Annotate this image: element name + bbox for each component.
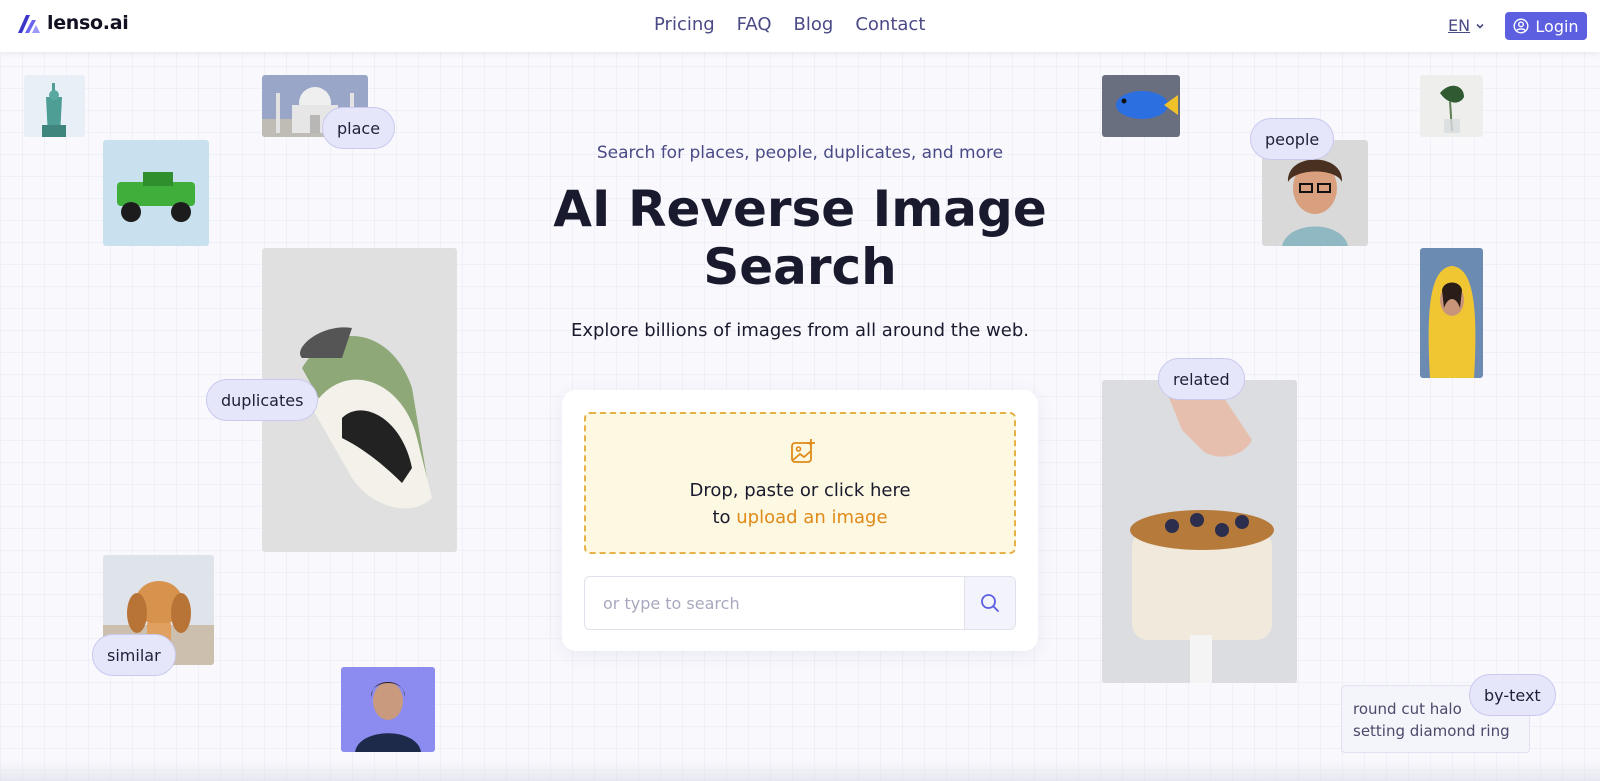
- search-input[interactable]: [585, 577, 965, 629]
- dropzone-subtext: to upload an image: [586, 507, 1014, 528]
- dropzone-text: Drop, paste or click here: [689, 480, 911, 501]
- tag-related[interactable]: related: [1158, 358, 1245, 400]
- dropzone-prefix: to: [712, 507, 737, 528]
- blue-fish-image: [1102, 75, 1180, 137]
- tag-place[interactable]: place: [322, 107, 396, 149]
- tag-similar[interactable]: similar: [92, 634, 176, 676]
- top-header: lenso.ai Pricing FAQ Blog Contact EN Log…: [0, 0, 1600, 52]
- logo[interactable]: lenso.ai: [17, 12, 129, 34]
- tag-people[interactable]: people: [1250, 118, 1335, 160]
- user-circle-icon: [1513, 18, 1529, 34]
- upload-dropzone[interactable]: Drop, paste or click here to upload an i…: [584, 412, 1016, 554]
- logo-text: lenso.ai: [47, 12, 129, 34]
- nav-faq[interactable]: FAQ: [737, 14, 772, 35]
- by-text-line-2: setting diamond ring: [1353, 722, 1510, 740]
- login-button[interactable]: Login: [1505, 12, 1587, 40]
- main-nav: Pricing FAQ Blog Contact: [654, 14, 925, 35]
- search-button[interactable]: [964, 577, 1015, 629]
- hero-description: Explore billions of images from all arou…: [570, 320, 1030, 341]
- statue-of-liberty-image: [24, 75, 85, 137]
- chevron-down-icon: [1476, 23, 1484, 29]
- woman-portrait-image: [341, 667, 435, 752]
- upload-link[interactable]: upload an image: [736, 507, 887, 528]
- search-icon: [981, 594, 999, 612]
- nav-pricing[interactable]: Pricing: [654, 14, 715, 35]
- page-title: AI Reverse Image Search: [553, 180, 1047, 296]
- tag-by-text[interactable]: by-text: [1469, 674, 1556, 716]
- search-card: Drop, paste or click here to upload an i…: [562, 390, 1038, 651]
- nav-blog[interactable]: Blog: [794, 14, 834, 35]
- tag-duplicates[interactable]: duplicates: [206, 379, 319, 421]
- lenso-logo-icon: [18, 15, 40, 33]
- blueberry-cake-image: [1102, 380, 1297, 683]
- nav-contact[interactable]: Contact: [855, 14, 925, 35]
- yellow-hoodie-woman-image: [1420, 248, 1483, 378]
- login-label: Login: [1535, 16, 1579, 36]
- hero-subtitle: Search for places, people, duplicates, a…: [596, 143, 1004, 163]
- language-label: EN: [1448, 16, 1471, 35]
- language-selector[interactable]: EN: [1448, 16, 1485, 35]
- image-plus-icon: [791, 439, 815, 463]
- bottom-shade: [0, 760, 1600, 781]
- search-bar: [584, 576, 1016, 630]
- plant-leaf-image: [1420, 75, 1483, 137]
